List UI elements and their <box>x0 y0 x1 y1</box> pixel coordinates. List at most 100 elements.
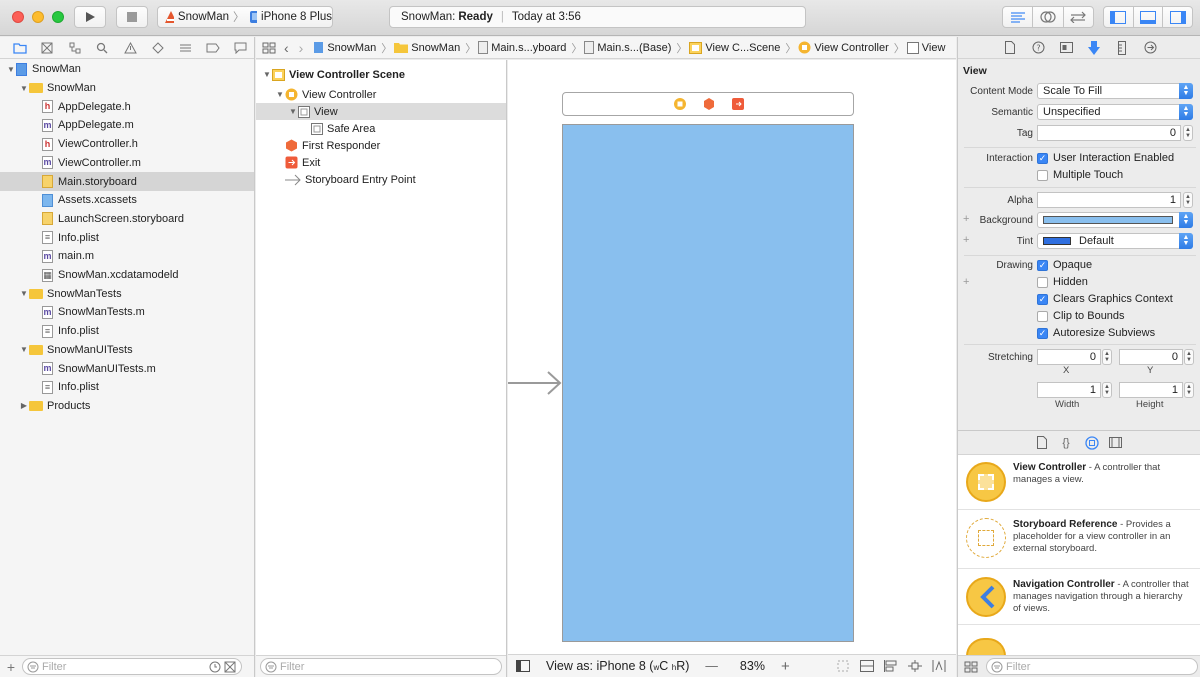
multiple-touch-checkbox[interactable]: Multiple Touch <box>1037 169 1123 181</box>
content-mode-select[interactable]: Scale To Fill ▲ ▼ <box>1037 83 1193 99</box>
outline-item[interactable]: Safe Area <box>256 120 506 137</box>
disclosure-open-icon[interactable]: ▼ <box>275 90 285 99</box>
file-tree-item[interactable]: ▼ SnowMan <box>0 79 254 98</box>
version-editor-button[interactable] <box>1064 7 1093 27</box>
stretch-width-field[interactable]: 1 <box>1037 382 1101 398</box>
file-tree-item[interactable]: ≡ Info.plist <box>0 378 254 397</box>
file-tree-item[interactable]: m ViewController.m <box>0 154 254 173</box>
zoom-window-button[interactable] <box>52 11 64 23</box>
tab-breakpoint-navigator[interactable] <box>199 37 227 59</box>
stretch-x-stepper[interactable]: ▲ ▼ <box>1102 349 1112 365</box>
disclosure-open-icon[interactable]: ▼ <box>6 65 16 74</box>
stretch-x-field[interactable]: 0 <box>1037 349 1101 365</box>
standard-editor-button[interactable] <box>1003 7 1034 27</box>
add-constraints-icon[interactable] <box>907 660 922 672</box>
library-item-view-controller[interactable]: View Controller - A controller that mana… <box>958 456 1200 510</box>
tint-color-select[interactable]: Default ▲ ▼ <box>1037 233 1193 249</box>
library-filter-input[interactable]: Filter <box>986 658 1198 675</box>
entry-point-arrow[interactable] <box>508 368 564 398</box>
outline-item[interactable]: First Responder <box>256 137 506 154</box>
background-color-select[interactable]: ▲ ▼ <box>1037 212 1193 228</box>
file-tree-item[interactable]: h AppDelegate.h <box>0 97 254 116</box>
media-library-icon[interactable] <box>1109 437 1122 448</box>
file-tree-item[interactable]: m SnowManUITests.m <box>0 359 254 378</box>
tab-find-navigator[interactable] <box>89 37 117 59</box>
library-item-storyboard-reference[interactable]: Storyboard Reference - Provides a placeh… <box>958 510 1200 569</box>
library-item-navigation-controller[interactable]: Navigation Controller - A controller tha… <box>958 569 1200 625</box>
related-items-grid-icon[interactable] <box>262 42 276 54</box>
tab-file-inspector[interactable] <box>996 41 1024 54</box>
file-tree-item[interactable]: ▼ SnowMan <box>0 60 254 79</box>
outline-item[interactable]: ▼ View Controller <box>256 86 506 103</box>
code-snippet-icon[interactable]: {} <box>1057 437 1075 449</box>
toggle-navigator-button[interactable] <box>1104 7 1134 27</box>
tab-issue-navigator[interactable] <box>116 37 144 59</box>
opaque-checkbox[interactable]: ✓ Opaque <box>1037 259 1092 271</box>
tab-project-navigator[interactable] <box>6 37 34 59</box>
semantic-select[interactable]: Unspecified ▲ ▼ <box>1037 104 1193 120</box>
forward-chevron-icon[interactable]: › <box>299 40 304 56</box>
storyboard-canvas[interactable] <box>508 60 956 654</box>
source-control-filter-icon[interactable] <box>224 661 236 673</box>
first-responder-dock-icon[interactable] <box>702 97 716 111</box>
toggle-inspector-button[interactable] <box>1163 7 1192 27</box>
exit-dock-icon[interactable] <box>731 97 745 111</box>
outline-item[interactable]: ▼ View Controller Scene <box>256 66 506 83</box>
recent-files-clock-icon[interactable] <box>209 661 221 673</box>
alpha-field[interactable]: 1 <box>1037 192 1181 208</box>
clip-to-bounds-checkbox[interactable]: Clip to Bounds <box>1037 310 1125 322</box>
align-constraints-icon[interactable] <box>883 660 898 672</box>
disclosure-open-icon[interactable]: ▼ <box>19 289 29 298</box>
zoom-in-button[interactable]: + <box>781 658 790 675</box>
close-window-button[interactable] <box>12 11 24 23</box>
update-frames-icon[interactable] <box>836 659 850 673</box>
file-tree-item[interactable]: Main.storyboard <box>0 172 254 191</box>
file-tree-item[interactable]: m main.m <box>0 247 254 266</box>
resolve-issues-icon[interactable] <box>932 660 946 672</box>
scene-dock[interactable] <box>562 92 854 116</box>
outline-item[interactable]: Exit <box>256 154 506 171</box>
file-tree-item[interactable]: m AppDelegate.m <box>0 116 254 135</box>
disclosure-open-icon[interactable]: ▼ <box>262 70 272 79</box>
run-button[interactable] <box>74 6 106 28</box>
file-tree-item[interactable]: ≡ Info.plist <box>0 322 254 341</box>
disclosure-open-icon[interactable]: ▼ <box>288 107 298 116</box>
back-chevron-icon[interactable]: ‹ <box>284 40 289 56</box>
tag-stepper[interactable]: ▲ ▼ <box>1183 125 1193 141</box>
file-tree-item[interactable]: ▦ SnowMan.xcdatamodeld <box>0 266 254 285</box>
disclosure-open-icon[interactable]: ▼ <box>19 84 29 93</box>
file-tree-item[interactable]: m SnowManTests.m <box>0 303 254 322</box>
tab-quick-help[interactable]: ? <box>1024 41 1052 54</box>
hidden-variation-plus-button[interactable]: + <box>963 276 969 288</box>
stop-button[interactable] <box>116 6 148 28</box>
file-tree-item[interactable]: LaunchScreen.storyboard <box>0 210 254 229</box>
disclosure-closed-icon[interactable]: ▶ <box>19 401 29 410</box>
tab-connections-inspector[interactable] <box>1136 41 1164 54</box>
tab-source-control[interactable] <box>34 37 62 59</box>
view-as-button[interactable]: View as: iPhone 8 (wC hR) <box>546 659 689 673</box>
clears-graphics-checkbox[interactable]: ✓ Clears Graphics Context <box>1037 293 1173 305</box>
tab-attributes-inspector[interactable] <box>1080 40 1108 55</box>
tab-identity-inspector[interactable] <box>1052 42 1080 53</box>
breadcrumb-group[interactable]: SnowMan <box>394 42 463 54</box>
file-template-icon[interactable] <box>1037 436 1047 449</box>
outline-item[interactable]: Storyboard Entry Point <box>256 171 506 188</box>
view-controller-dock-icon[interactable] <box>673 97 687 111</box>
hidden-checkbox[interactable]: Hidden <box>1037 276 1088 288</box>
file-tree-item[interactable]: ▼ SnowManTests <box>0 284 254 303</box>
object-library-icon[interactable] <box>1085 435 1099 450</box>
grid-view-icon[interactable] <box>964 661 978 673</box>
stretch-height-stepper[interactable]: ▲ ▼ <box>1184 382 1194 398</box>
breadcrumb-base[interactable]: Main.s...(Base) <box>584 41 674 54</box>
stretch-y-stepper[interactable]: ▲ ▼ <box>1184 349 1194 365</box>
view-controller-root-view[interactable] <box>562 124 854 642</box>
minimize-window-button[interactable] <box>32 11 44 23</box>
outline-filter-input[interactable]: Filter <box>260 658 502 675</box>
tab-debug-navigator[interactable] <box>171 37 199 59</box>
tab-test-navigator[interactable] <box>144 37 172 59</box>
scheme-selector[interactable]: SnowMan 〉 iPhone 8 Plus <box>157 6 333 28</box>
zoom-out-button[interactable]: — <box>705 659 718 673</box>
navigator-filter-input[interactable]: Filter <box>22 658 242 675</box>
breadcrumb-view[interactable]: View <box>906 41 949 54</box>
tab-report-navigator[interactable] <box>227 37 255 59</box>
